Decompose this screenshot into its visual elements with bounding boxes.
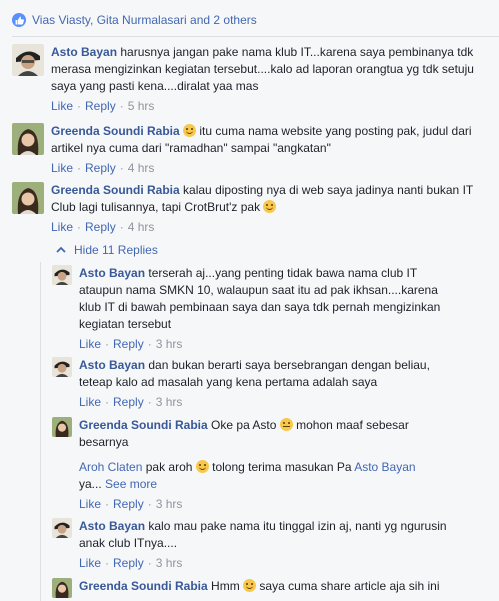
avatar[interactable]: [52, 518, 72, 538]
reply-timestamp[interactable]: 3 hrs: [156, 394, 183, 411]
reply-text: Greenda Soundi Rabia Hmm saya cuma share…: [79, 578, 440, 595]
comment-timestamp[interactable]: 4 hrs: [128, 160, 155, 177]
comment-timestamp[interactable]: 4 hrs: [128, 219, 155, 236]
reply-button[interactable]: Reply: [113, 496, 144, 513]
reply-author[interactable]: Greenda Soundi Rabia: [79, 579, 208, 593]
avatar[interactable]: [12, 44, 44, 76]
like-button[interactable]: Like: [79, 496, 101, 513]
separator: ·: [119, 161, 124, 175]
separator: ·: [147, 337, 152, 351]
comment-author[interactable]: Greenda Soundi Rabia: [51, 183, 180, 197]
reply-button[interactable]: Reply: [85, 98, 116, 115]
reply-body-start: Oke pa Asto: [211, 418, 277, 432]
neutral-face-emoji: [279, 418, 293, 431]
reply-actions: Like · Reply · 3 hrs: [79, 555, 452, 572]
reply-timestamp[interactable]: 3 hrs: [156, 496, 183, 513]
separator: ·: [147, 395, 152, 409]
reply: Greenda Soundi Rabia Hmm saya cuma share…: [52, 578, 452, 598]
reply: Greenda Soundi Rabia Oke pa Asto mohon m…: [52, 417, 452, 513]
thumbs-up-icon: [12, 13, 26, 27]
like-button[interactable]: Like: [51, 160, 73, 177]
avatar[interactable]: [12, 123, 44, 155]
separator: ·: [119, 99, 124, 113]
reply-button[interactable]: Reply: [113, 394, 144, 411]
tongue-wink-emoji: [183, 124, 197, 137]
reply-timestamp[interactable]: 3 hrs: [156, 555, 183, 572]
reply-text: Asto Bayan terserah aj...yang penting ti…: [79, 265, 452, 333]
separator: ·: [105, 497, 110, 511]
reply-button[interactable]: Reply: [113, 555, 144, 572]
like-button[interactable]: Like: [51, 98, 73, 115]
reply-text: Asto Bayan kalo mau pake nama itu tingga…: [79, 518, 452, 552]
comment-author[interactable]: Asto Bayan: [51, 45, 117, 59]
comment-text: Asto Bayan harusnya jangan pake nama klu…: [51, 44, 487, 95]
separator: ·: [147, 497, 152, 511]
separator: ·: [119, 220, 124, 234]
reply-button[interactable]: Reply: [85, 160, 116, 177]
avatar[interactable]: [12, 182, 44, 214]
reactions-summary-text[interactable]: Vias Viasty, Gita Nurmalasari and 2 othe…: [32, 13, 257, 27]
avatar[interactable]: [52, 357, 72, 377]
like-button[interactable]: Like: [51, 219, 73, 236]
reply-body: pak aroh: [145, 460, 193, 474]
mention-link[interactable]: Asto Bayan: [354, 460, 415, 474]
reply-text-continued: Aroh Claten pak aroh tolong terima masuk…: [79, 459, 452, 493]
comment-text: Greenda Soundi Rabia itu cuma nama websi…: [51, 123, 487, 157]
reply-body: ya...: [79, 477, 102, 491]
comment: Greenda Soundi Rabia kalau diposting nya…: [12, 182, 487, 236]
reply-text: Asto Bayan dan bukan berarti saya berseb…: [79, 357, 452, 391]
comment-actions: Like · Reply · 4 hrs: [51, 219, 487, 236]
mention-link[interactable]: Aroh Claten: [79, 460, 142, 474]
reply: Asto Bayan dan bukan berarti saya berseb…: [52, 357, 452, 411]
reply-author[interactable]: Asto Bayan: [79, 358, 145, 372]
avatar[interactable]: [52, 265, 72, 285]
see-more-link[interactable]: See more: [105, 477, 157, 491]
reply-text: Greenda Soundi Rabia Oke pa Asto mohon m…: [79, 417, 452, 451]
smile-emoji: [243, 579, 257, 592]
comment-actions: Like · Reply · 5 hrs: [51, 98, 487, 115]
comment-actions: Like · Reply · 4 hrs: [51, 160, 487, 177]
divider: [12, 36, 499, 37]
reply-button[interactable]: Reply: [113, 336, 144, 353]
comment: Greenda Soundi Rabia itu cuma nama websi…: [12, 123, 487, 177]
separator: ·: [147, 556, 152, 570]
comment-timestamp[interactable]: 5 hrs: [128, 98, 155, 115]
avatar[interactable]: [52, 578, 72, 598]
like-button[interactable]: Like: [79, 555, 101, 572]
reply-timestamp[interactable]: 3 hrs: [156, 336, 183, 353]
separator: ·: [105, 556, 110, 570]
reply-author[interactable]: Asto Bayan: [79, 266, 145, 280]
reply-body-start: Hmm: [211, 579, 240, 593]
smile-emoji: [195, 460, 209, 473]
comment-text: Greenda Soundi Rabia kalau diposting nya…: [51, 182, 487, 216]
reply-author[interactable]: Greenda Soundi Rabia: [79, 418, 208, 432]
separator: ·: [105, 395, 110, 409]
separator: ·: [77, 161, 82, 175]
separator: ·: [77, 220, 82, 234]
like-button[interactable]: Like: [79, 394, 101, 411]
hide-replies-button[interactable]: Hide 11 Replies: [56, 243, 158, 257]
avatar[interactable]: [52, 417, 72, 437]
reply-thread-line: [40, 262, 41, 601]
reply-actions: Like · Reply · 3 hrs: [79, 394, 452, 411]
reply: Asto Bayan kalo mau pake nama itu tingga…: [52, 518, 452, 572]
comment-author[interactable]: Greenda Soundi Rabia: [51, 124, 180, 138]
reply-body-end: saya cuma share article aja sih ini: [259, 579, 440, 593]
reply-actions: Like · Reply · 3 hrs: [79, 496, 452, 513]
reply-actions: Like · Reply · 3 hrs: [79, 336, 452, 353]
reactions-summary[interactable]: Vias Viasty, Gita Nurmalasari and 2 othe…: [12, 10, 257, 30]
reply-body: tolong terima masukan Pa: [212, 460, 352, 474]
separator: ·: [77, 99, 82, 113]
smile-emoji: [263, 200, 277, 213]
separator: ·: [105, 337, 110, 351]
comment: Asto Bayan harusnya jangan pake nama klu…: [12, 44, 487, 115]
reply-author[interactable]: Asto Bayan: [79, 519, 145, 533]
chevron-up-icon: [56, 246, 66, 253]
reply: Asto Bayan terserah aj...yang penting ti…: [52, 265, 452, 353]
like-button[interactable]: Like: [79, 336, 101, 353]
reply-button[interactable]: Reply: [85, 219, 116, 236]
hide-replies-label[interactable]: Hide 11 Replies: [74, 243, 158, 257]
